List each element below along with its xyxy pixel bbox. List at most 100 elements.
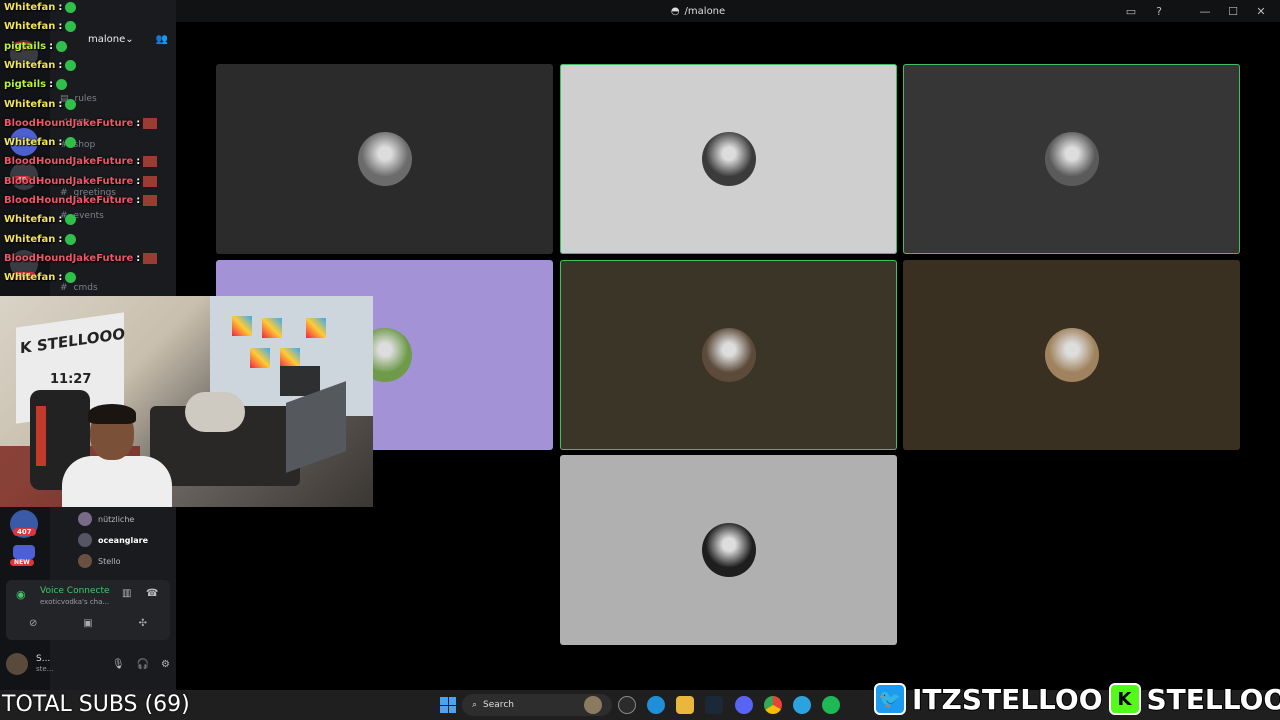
chat-message: Whitefan : bbox=[4, 268, 77, 287]
chat-emote bbox=[143, 156, 158, 168]
signal-icon: ◉ bbox=[16, 588, 26, 601]
telegram-icon[interactable] bbox=[793, 696, 811, 714]
kick-icon: K bbox=[1108, 683, 1141, 715]
chat-separator: : bbox=[49, 79, 54, 91]
edge-icon[interactable] bbox=[647, 696, 665, 714]
chat-message: pigtails : bbox=[4, 37, 68, 56]
streamer-hair bbox=[88, 404, 136, 424]
chat-separator: : bbox=[136, 117, 141, 129]
chat-username: pigtails bbox=[4, 79, 47, 91]
chat-separator: : bbox=[58, 233, 63, 245]
chat-separator: : bbox=[136, 156, 141, 168]
minimize-icon[interactable]: — bbox=[1198, 5, 1212, 18]
participant-tile[interactable] bbox=[903, 64, 1240, 254]
close-icon[interactable]: ✕ bbox=[1254, 5, 1268, 18]
chat-message: Whitefan : bbox=[4, 133, 77, 152]
server-icon[interactable] bbox=[13, 545, 35, 559]
window-title: /malone bbox=[684, 5, 726, 17]
chat-message: BloodHoundJakeFuture : bbox=[4, 249, 158, 268]
member-item[interactable]: oceanglare bbox=[78, 533, 148, 547]
chat-message: Whitefan : bbox=[4, 230, 77, 249]
disconnect-icon[interactable]: ☎ bbox=[146, 588, 158, 599]
chat-username: BloodHoundJakeFuture bbox=[4, 195, 134, 206]
microphone-icon[interactable]: 🎙 bbox=[112, 659, 125, 670]
chat-username: Whitefan bbox=[4, 137, 56, 149]
wall-art bbox=[232, 316, 252, 336]
member-item[interactable]: Stello bbox=[78, 554, 120, 568]
chat-message: BloodHoundJakeFuture : bbox=[4, 152, 158, 171]
chat-emote bbox=[65, 233, 77, 245]
participant-tile[interactable] bbox=[560, 455, 897, 645]
participant-avatar bbox=[701, 328, 756, 382]
chat-emote bbox=[65, 21, 77, 33]
avatar[interactable] bbox=[6, 653, 28, 675]
participant-avatar bbox=[701, 132, 756, 186]
voice-channel-link[interactable]: exoticvodka's cha... bbox=[40, 598, 109, 606]
windows-start-icon[interactable] bbox=[440, 697, 456, 713]
avatar bbox=[78, 554, 92, 568]
chat-emote bbox=[56, 40, 68, 52]
wall-art bbox=[280, 348, 300, 368]
inbox-icon[interactable]: ▭ bbox=[1124, 5, 1138, 18]
camera-off-icon[interactable]: ⊘ bbox=[29, 618, 37, 629]
chat-emote bbox=[143, 195, 158, 206]
search-icon: ⌕ bbox=[472, 700, 478, 710]
chat-username: Whitefan bbox=[4, 214, 56, 226]
discord-icon[interactable] bbox=[735, 696, 753, 714]
chat-username: Whitefan bbox=[4, 59, 56, 71]
chat-emote bbox=[65, 2, 77, 13]
chat-emote bbox=[65, 214, 77, 226]
stream-chat-overlay: Whitefan : Whitefan : pigtails : Whitefan :… bbox=[0, 0, 176, 300]
unread-badge: 407 bbox=[13, 528, 36, 536]
chat-separator: : bbox=[58, 98, 63, 110]
chat-message: Whitefan : bbox=[4, 56, 77, 75]
kick-handle: STELLOOO bbox=[1146, 682, 1280, 717]
chat-username: BloodHoundJakeFuture bbox=[4, 117, 134, 129]
participant-avatar bbox=[701, 523, 756, 577]
chat-emote bbox=[143, 252, 158, 264]
participant-tile[interactable] bbox=[216, 64, 553, 254]
file-explorer-icon[interactable] bbox=[676, 696, 694, 714]
streamer-webcam: K STELLOOO 11:27 bbox=[0, 296, 373, 507]
chat-separator: : bbox=[58, 21, 63, 33]
voice-status: Voice Connecte bbox=[40, 586, 110, 596]
wall-art bbox=[306, 318, 326, 338]
participant-tile[interactable] bbox=[560, 64, 897, 254]
voice-controls: ⊘ ▣ ✣ bbox=[6, 618, 170, 629]
widget-icon[interactable] bbox=[584, 696, 602, 714]
social-overlay: 🐦 ITZSTELLOO K STELLOOO bbox=[874, 680, 1280, 718]
steam-icon[interactable] bbox=[705, 696, 723, 714]
participant-tile[interactable] bbox=[560, 260, 897, 450]
discord-icon: ◓ bbox=[670, 5, 680, 17]
username: S... bbox=[36, 654, 51, 664]
chrome-icon[interactable] bbox=[764, 696, 782, 714]
chat-message: Whitefan : bbox=[4, 0, 77, 17]
chat-username: Whitefan bbox=[4, 233, 56, 245]
webcam-clothes bbox=[185, 392, 245, 432]
chat-separator: : bbox=[136, 252, 141, 264]
chat-message: BloodHoundJakeFuture : bbox=[4, 172, 158, 191]
window-titlebar: ◓ /malone ▭ ? — ☐ ✕ bbox=[176, 0, 1280, 22]
chat-username: BloodHoundJakeFuture bbox=[4, 252, 134, 264]
chat-emote bbox=[143, 175, 158, 187]
spotify-icon[interactable] bbox=[822, 696, 840, 714]
maximize-icon[interactable]: ☐ bbox=[1226, 5, 1240, 18]
chat-separator: : bbox=[58, 137, 63, 149]
screen-share-icon[interactable]: ▣ bbox=[83, 618, 92, 629]
participant-avatar bbox=[1044, 328, 1099, 382]
chat-emote bbox=[65, 59, 77, 71]
headphones-icon[interactable]: 🎧 bbox=[137, 659, 149, 670]
activities-icon[interactable]: ✣ bbox=[139, 618, 147, 629]
user-status: ste... bbox=[36, 665, 54, 673]
gear-icon[interactable]: ⚙ bbox=[161, 659, 170, 670]
noise-icon[interactable]: ▥ bbox=[122, 588, 131, 599]
chat-username: pigtails bbox=[4, 40, 47, 52]
chat-separator: : bbox=[136, 195, 141, 206]
member-item[interactable]: nützliche bbox=[78, 512, 134, 526]
obs-icon[interactable] bbox=[618, 696, 636, 714]
chat-separator: : bbox=[136, 175, 141, 187]
chat-message: Whitefan : bbox=[4, 95, 77, 114]
chat-username: BloodHoundJakeFuture bbox=[4, 175, 134, 187]
help-icon[interactable]: ? bbox=[1152, 5, 1166, 18]
participant-tile[interactable] bbox=[903, 260, 1240, 450]
